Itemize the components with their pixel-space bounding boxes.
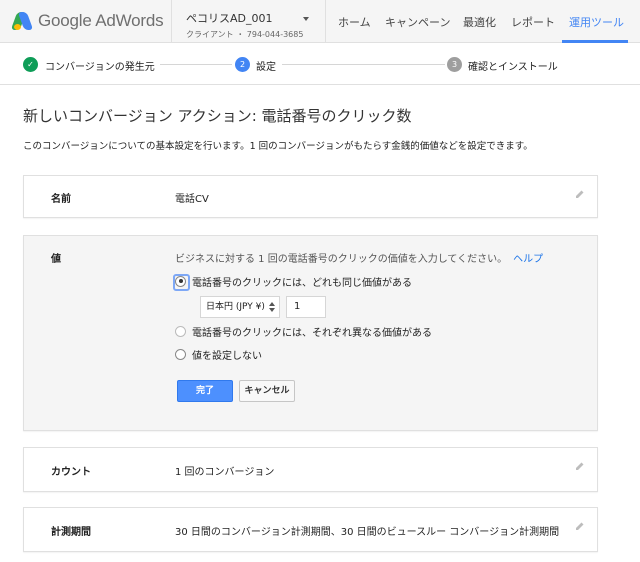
divider xyxy=(325,0,326,43)
setting-value-name: 電話CV xyxy=(175,194,209,205)
nav-reports[interactable]: レポート xyxy=(511,14,555,30)
step-2-marker: 2 xyxy=(235,57,250,72)
radio-button[interactable] xyxy=(175,348,186,360)
help-link[interactable]: ヘルプ xyxy=(513,254,543,265)
adwords-logo-icon xyxy=(10,12,34,30)
setting-window-card[interactable]: 計測期間 30 日間のコンバージョン計測期間、30 日間のビュースルー コンバー… xyxy=(23,507,598,552)
radio-label: 値を設定しない xyxy=(192,350,262,362)
nav-tools[interactable]: 運用ツール xyxy=(569,14,624,30)
setting-key-count: カウント xyxy=(51,467,91,478)
step-connector xyxy=(282,64,445,65)
value-amount-input[interactable]: 1 xyxy=(286,296,326,318)
help-text: ビジネスに対する 1 回の電話番号のクリックの価値を入力してください。 xyxy=(175,254,508,265)
currency-value: 日本円 (JPY ¥) xyxy=(206,302,265,312)
nav-campaigns[interactable]: キャンペーン xyxy=(385,14,450,30)
setting-count-card[interactable]: カウント 1 回のコンバージョン xyxy=(23,447,598,492)
nav-home[interactable]: ホーム xyxy=(338,14,371,30)
pencil-icon[interactable] xyxy=(575,189,585,199)
radio-no-value[interactable]: 値を設定しない xyxy=(175,347,262,362)
step-connector xyxy=(160,64,232,65)
top-bar: Google AdWords ペコリスAD_001 クライアント ・ 794-0… xyxy=(0,0,640,43)
value-help-text: ビジネスに対する 1 回の電話番号のクリックの価値を入力してください。 ヘルプ xyxy=(175,250,543,265)
radio-label: 電話番号のクリックには、どれも同じ価値がある xyxy=(192,277,412,289)
radio-different-values[interactable]: 電話番号のクリックには、それぞれ異なる価値がある xyxy=(175,324,432,339)
currency-select[interactable]: 日本円 (JPY ¥) xyxy=(200,296,280,318)
radio-button[interactable] xyxy=(175,325,186,337)
setting-name-card[interactable]: 名前 電話CV xyxy=(23,175,598,218)
adwords-logo[interactable]: Google AdWords xyxy=(10,10,164,32)
select-arrows-icon xyxy=(269,302,275,312)
page-title: 新しいコンバージョン アクション: 電話番号のクリック数 xyxy=(23,107,412,125)
setting-key-name: 名前 xyxy=(51,194,71,205)
radio-button[interactable] xyxy=(173,273,190,291)
cancel-button[interactable]: キャンセル xyxy=(239,380,295,402)
setting-value-count: 1 回のコンバージョン xyxy=(175,467,275,478)
step-3-label: 確認とインストール xyxy=(468,62,558,73)
account-name: ペコリスAD_001 xyxy=(186,12,273,25)
pencil-icon[interactable] xyxy=(575,521,585,531)
progress-stepper: ✓ コンバージョンの発生元 2 設定 3 確認とインストール xyxy=(0,44,640,85)
nav-optimize[interactable]: 最適化 xyxy=(463,14,496,30)
setting-value-window: 30 日間のコンバージョン計測期間、30 日間のビュースルー コンバージョン計測… xyxy=(175,527,560,538)
radio-label: 電話番号のクリックには、それぞれ異なる価値がある xyxy=(192,327,432,339)
done-button[interactable]: 完了 xyxy=(177,380,233,402)
radio-same-value[interactable]: 電話番号のクリックには、どれも同じ価値がある xyxy=(173,273,412,291)
setting-key-window: 計測期間 xyxy=(51,527,91,538)
nav-active-indicator xyxy=(562,40,628,43)
setting-key-value: 値 xyxy=(51,254,61,265)
account-id: クライアント ・ 794-044-3685 xyxy=(186,30,304,39)
page-description: このコンバージョンについての基本設定を行います。1 回のコンバージョンがもたらす… xyxy=(23,141,533,152)
step-1-label: コンバージョンの発生元 xyxy=(45,62,155,73)
account-switcher[interactable]: ペコリスAD_001 クライアント ・ 794-044-3685 xyxy=(186,10,303,40)
setting-value-card: 値 ビジネスに対する 1 回の電話番号のクリックの価値を入力してください。 ヘルプ… xyxy=(23,235,598,431)
brand-name: Google AdWords xyxy=(38,11,164,30)
pencil-icon[interactable] xyxy=(575,461,585,471)
chevron-down-icon[interactable] xyxy=(303,17,309,21)
check-icon: ✓ xyxy=(23,57,38,72)
divider xyxy=(171,0,172,43)
step-3-marker: 3 xyxy=(447,57,462,72)
step-2-label: 設定 xyxy=(256,62,276,73)
